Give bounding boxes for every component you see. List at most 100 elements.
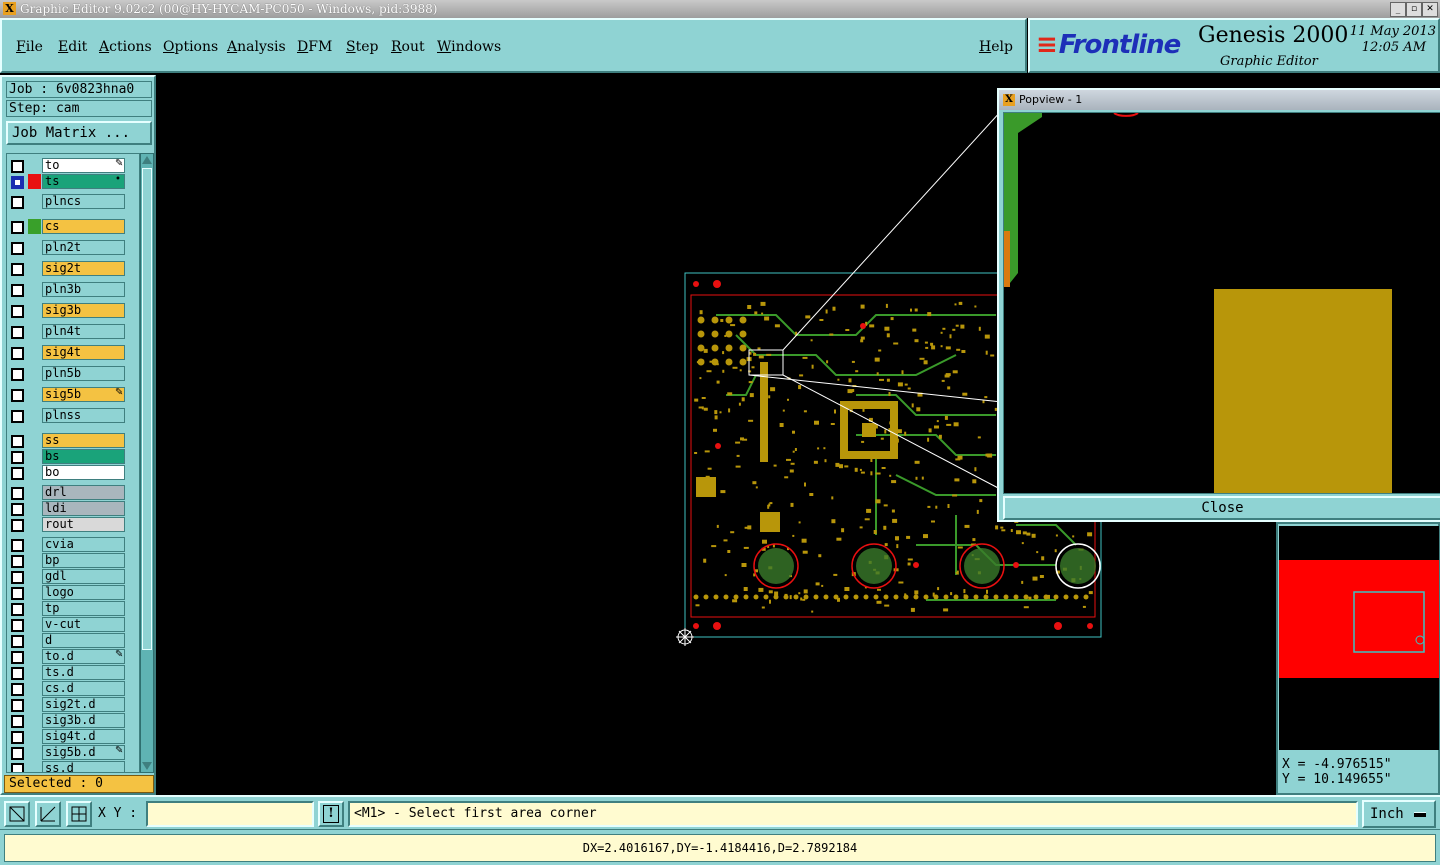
layer-row[interactable]: to.d ✎ [7, 649, 139, 664]
scroll-up-icon[interactable] [142, 156, 152, 164]
popview-canvas[interactable] [1003, 112, 1440, 494]
layer-row[interactable]: cs.d [7, 681, 139, 696]
layer-name[interactable]: v-cut [42, 617, 125, 632]
layer-name[interactable]: to.d [42, 649, 125, 664]
layer-name[interactable]: ss [42, 433, 125, 448]
layer-checkbox[interactable] [11, 368, 24, 381]
layer-name[interactable]: cs [42, 219, 125, 234]
layer-row[interactable]: ss [7, 433, 139, 448]
menu-options[interactable]: Options [163, 39, 218, 55]
layer-name[interactable]: bp [42, 553, 125, 568]
menu-step[interactable]: Step [346, 39, 378, 55]
layer-row[interactable]: tp [7, 601, 139, 616]
snap-grid-button[interactable] [66, 801, 92, 827]
layer-row[interactable]: to ✎ [7, 158, 139, 173]
layer-name[interactable]: ss.d [42, 761, 125, 772]
layer-name[interactable]: logo [42, 585, 125, 600]
layer-checkbox[interactable] [11, 619, 24, 632]
layer-row[interactable]: ss.d [7, 761, 139, 772]
layer-checkbox[interactable] [11, 221, 24, 234]
layer-name[interactable]: tp [42, 601, 125, 616]
layer-checkbox[interactable] [11, 410, 24, 423]
layer-row[interactable]: bs [7, 449, 139, 464]
maximize-button[interactable]: ▫ [1406, 2, 1422, 17]
layer-row[interactable]: pln3b [7, 282, 139, 297]
layer-row[interactable]: d [7, 633, 139, 648]
layer-checkbox[interactable] [11, 519, 24, 532]
layer-name[interactable]: sig2t.d [42, 697, 125, 712]
menu-dfm[interactable]: DFM [297, 39, 332, 55]
layer-row[interactable]: sig2t [7, 261, 139, 276]
menu-rout[interactable]: Rout [391, 39, 425, 55]
layer-checkbox[interactable] [11, 747, 24, 760]
layer-name[interactable]: cvia [42, 537, 125, 552]
info-button[interactable]: ! [318, 801, 344, 827]
layer-name[interactable]: plnss [42, 408, 125, 423]
layer-row[interactable]: ts • [7, 174, 139, 189]
layer-name[interactable]: ldi [42, 501, 125, 516]
layer-checkbox[interactable] [11, 242, 24, 255]
layer-row[interactable]: sig4t.d [7, 729, 139, 744]
layer-name[interactable]: plncs [42, 194, 125, 209]
layer-name[interactable]: bs [42, 449, 125, 464]
layer-name[interactable]: ts.d [42, 665, 125, 680]
popview-titlebar[interactable]: X Popview - 1 [999, 90, 1440, 110]
menu-help[interactable]: Help [979, 39, 1013, 55]
layer-name[interactable]: pln5b [42, 366, 125, 381]
layer-checkbox[interactable] [11, 389, 24, 402]
layer-checkbox[interactable] [11, 763, 24, 772]
layer-checkbox[interactable] [11, 263, 24, 276]
layer-name[interactable]: sig4t.d [42, 729, 125, 744]
layer-checkbox[interactable] [11, 651, 24, 664]
layer-checkbox[interactable] [11, 503, 24, 516]
popview-close-button[interactable]: Close [1003, 496, 1440, 520]
zoom-area-button[interactable] [4, 801, 30, 827]
layer-checkbox[interactable] [11, 326, 24, 339]
layer-checkbox[interactable] [11, 467, 24, 480]
menu-analysis[interactable]: Analysis [227, 39, 286, 55]
job-matrix-button[interactable]: Job Matrix ... [6, 121, 152, 145]
layer-name[interactable]: drl [42, 485, 125, 500]
layer-name[interactable]: sig5b [42, 387, 125, 402]
minimize-button[interactable]: _ [1390, 2, 1406, 17]
layer-checkbox[interactable] [11, 347, 24, 360]
scroll-thumb[interactable] [142, 168, 152, 650]
layer-checkbox[interactable] [11, 196, 24, 209]
layer-checkbox[interactable] [11, 305, 24, 318]
layer-checkbox[interactable] [11, 284, 24, 297]
layer-row[interactable]: ldi [7, 501, 139, 516]
units-selector[interactable]: Inch [1362, 800, 1436, 828]
overview-map[interactable] [1279, 526, 1439, 750]
menu-file[interactable]: File [16, 39, 43, 55]
layer-row[interactable]: sig4t [7, 345, 139, 360]
layer-row[interactable]: pln2t [7, 240, 139, 255]
layer-checkbox[interactable] [11, 603, 24, 616]
layer-row[interactable]: cs [7, 219, 139, 234]
layer-checkbox[interactable] [11, 555, 24, 568]
layer-scrollbar[interactable] [140, 153, 154, 773]
menu-edit[interactable]: Edit [58, 39, 87, 55]
menu-windows[interactable]: Windows [437, 39, 501, 55]
layer-checkbox[interactable] [11, 587, 24, 600]
layer-checkbox[interactable] [11, 539, 24, 552]
layer-checkbox[interactable] [11, 715, 24, 728]
layer-row[interactable]: sig2t.d [7, 697, 139, 712]
layer-row[interactable]: pln4t [7, 324, 139, 339]
layer-row[interactable]: bo [7, 465, 139, 480]
layer-row[interactable]: logo [7, 585, 139, 600]
layer-name[interactable]: sig3b.d [42, 713, 125, 728]
measure-button[interactable] [35, 801, 61, 827]
layer-name[interactable]: sig3b [42, 303, 125, 318]
layer-name[interactable]: pln2t [42, 240, 125, 255]
layer-row[interactable]: drl [7, 485, 139, 500]
layer-checkbox[interactable] [11, 435, 24, 448]
layer-row[interactable]: plnss [7, 408, 139, 423]
layer-checkbox[interactable] [11, 731, 24, 744]
layer-name[interactable]: sig4t [42, 345, 125, 360]
layer-checkbox[interactable] [11, 683, 24, 696]
layer-row[interactable]: sig3b.d [7, 713, 139, 728]
layer-row[interactable]: sig5b ✎ [7, 387, 139, 402]
layer-name[interactable]: sig2t [42, 261, 125, 276]
layer-row[interactable]: sig5b.d ✎ [7, 745, 139, 760]
layer-row[interactable]: ts.d [7, 665, 139, 680]
